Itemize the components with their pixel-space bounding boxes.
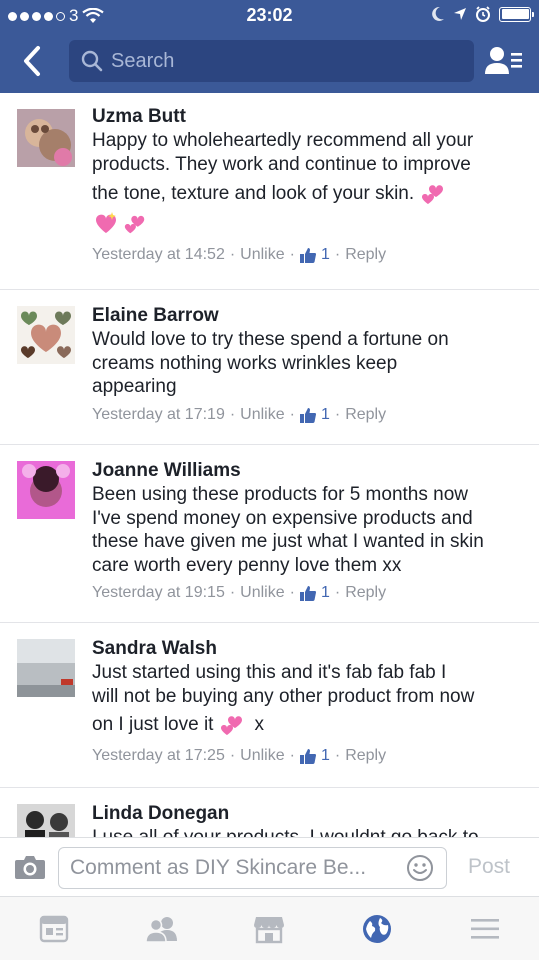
comment-meta: Yesterday at 17:25 · Unlike · 1 · Reply bbox=[92, 746, 387, 766]
status-bar: 3 23:02 bbox=[0, 0, 539, 32]
comment-line: Happy to wholeheartedly recommend all yo… bbox=[92, 130, 474, 151]
unlike-link[interactable]: Unlike bbox=[240, 245, 284, 265]
comment-text: Would love to try these spend a fortune … bbox=[92, 328, 521, 399]
comment-text: I use all of your products. I wouldnt go… bbox=[92, 826, 521, 837]
comment-meta: Yesterday at 19:15 · Unlike · 1 · Reply bbox=[92, 583, 387, 603]
news-feed-icon bbox=[39, 915, 69, 942]
tab-notifications[interactable] bbox=[323, 897, 431, 960]
search-bar[interactable] bbox=[69, 40, 474, 82]
avatar[interactable] bbox=[17, 306, 75, 364]
menu-icon bbox=[471, 918, 500, 939]
like-count-value: 1 bbox=[320, 246, 330, 263]
search-input[interactable] bbox=[111, 49, 451, 73]
comment-item: Uzma Butt Happy to wholeheartedly recomm… bbox=[0, 93, 539, 290]
comment-timestamp[interactable]: Yesterday at 17:19 bbox=[92, 405, 225, 425]
post-button[interactable]: Post bbox=[468, 855, 510, 879]
search-icon bbox=[81, 50, 103, 72]
avatar[interactable] bbox=[17, 804, 75, 837]
like-count-value: 1 bbox=[320, 747, 330, 764]
like-count[interactable]: 1 bbox=[299, 583, 330, 603]
comment-line: will not be buying any other product fro… bbox=[92, 685, 475, 707]
moon-icon bbox=[432, 6, 444, 21]
avatar[interactable] bbox=[17, 461, 75, 519]
back-arrow-icon[interactable] bbox=[18, 44, 48, 78]
comment-item: Elaine Barrow Would love to try these sp… bbox=[0, 290, 539, 445]
comment-input[interactable] bbox=[70, 856, 400, 880]
comment-line: I use all of your products. I wouldnt go… bbox=[92, 826, 521, 837]
alarm-clock-icon bbox=[476, 6, 490, 22]
thumbs-up-icon bbox=[299, 749, 316, 764]
comment-meta: Yesterday at 14:52 · Unlike · 1 · Reply bbox=[92, 245, 387, 265]
like-count-value: 1 bbox=[320, 405, 330, 423]
tab-marketplace[interactable] bbox=[216, 897, 324, 960]
like-count-value: 1 bbox=[320, 584, 330, 601]
friends-icon bbox=[144, 916, 177, 943]
comment-item: Joanne Williams Been using these product… bbox=[0, 445, 539, 623]
comment-meta: Yesterday at 17:19 · Unlike · 1 · Reply bbox=[92, 405, 387, 425]
reply-link[interactable]: Reply bbox=[345, 405, 386, 425]
sparkling-heart-emoji-icon bbox=[96, 212, 116, 233]
tab-news-feed[interactable] bbox=[0, 897, 108, 960]
thumbs-up-icon bbox=[299, 248, 316, 263]
comments-list[interactable]: Uzma Butt Happy to wholeheartedly recomm… bbox=[0, 93, 539, 837]
tab-friends[interactable] bbox=[108, 897, 216, 960]
comment-composer: Post bbox=[0, 837, 539, 896]
avatar[interactable] bbox=[17, 639, 75, 697]
comment-author[interactable]: Linda Donegan bbox=[92, 802, 521, 826]
friend-requests-icon[interactable] bbox=[485, 44, 523, 78]
comment-line: Just started using this and it's fab fab… bbox=[92, 662, 447, 683]
comment-line: on I just love it bbox=[92, 714, 214, 736]
two-hearts-emoji-icon bbox=[221, 716, 243, 735]
comment-line: the tone, texture and look of your skin. bbox=[92, 183, 415, 205]
comment-timestamp[interactable]: Yesterday at 14:52 bbox=[92, 245, 225, 265]
like-count[interactable]: 1 bbox=[299, 746, 330, 766]
comment-timestamp[interactable]: Yesterday at 17:25 bbox=[92, 746, 225, 766]
thumbs-up-icon bbox=[299, 586, 316, 601]
notifications-globe-icon bbox=[363, 914, 392, 943]
comment-author[interactable]: Elaine Barrow bbox=[92, 304, 521, 328]
reply-link[interactable]: Reply bbox=[345, 245, 386, 265]
camera-icon[interactable] bbox=[14, 853, 46, 881]
bottom-tab-bar bbox=[0, 896, 539, 960]
comment-line: these have given me just what I wanted i… bbox=[92, 531, 484, 552]
comment-item: Sandra Walsh Just started using this and… bbox=[0, 623, 539, 788]
two-hearts-emoji-icon bbox=[422, 185, 444, 204]
comment-line: products. They work and continue to impr… bbox=[92, 153, 471, 175]
tab-menu[interactable] bbox=[431, 897, 539, 960]
top-bar: 3 23:02 bbox=[0, 0, 539, 93]
comment-input-box[interactable] bbox=[58, 847, 447, 889]
reply-link[interactable]: Reply bbox=[345, 746, 386, 766]
nav-row bbox=[0, 40, 539, 82]
comment-author[interactable]: Sandra Walsh bbox=[92, 637, 521, 661]
comment-line: I've spend money on expensive products a… bbox=[92, 507, 473, 529]
comment-line: Would love to try these spend a fortune … bbox=[92, 329, 449, 350]
comment-author[interactable]: Uzma Butt bbox=[92, 105, 521, 129]
sticker-smiley-icon[interactable] bbox=[406, 854, 434, 882]
comment-line: creams nothing works wrinkles keep bbox=[92, 352, 398, 374]
like-count[interactable]: 1 bbox=[299, 245, 330, 265]
comment-line: appearing bbox=[92, 376, 177, 397]
comment-text: Just started using this and it's fab fab… bbox=[92, 661, 521, 738]
two-hearts-emoji-icon bbox=[124, 215, 145, 234]
comment-text: Happy to wholeheartedly recommend all yo… bbox=[92, 129, 521, 239]
like-count[interactable]: 1 bbox=[299, 405, 330, 425]
unlike-link[interactable]: Unlike bbox=[240, 583, 284, 603]
comment-line-end: x bbox=[254, 714, 264, 736]
thumbs-up-icon bbox=[299, 407, 316, 423]
comment-text: Been using these products for 5 months n… bbox=[92, 483, 521, 577]
unlike-link[interactable]: Unlike bbox=[240, 746, 284, 766]
comment-item: Linda Donegan I use all of your products… bbox=[0, 788, 539, 837]
status-indicators bbox=[431, 6, 534, 22]
marketplace-icon bbox=[254, 916, 285, 943]
comment-line: Been using these products for 5 months n… bbox=[92, 484, 469, 505]
comment-line: care worth every penny love them xx bbox=[92, 554, 402, 576]
location-arrow-icon bbox=[454, 8, 466, 20]
reply-link[interactable]: Reply bbox=[345, 583, 386, 603]
avatar[interactable] bbox=[17, 109, 75, 167]
battery-icon bbox=[499, 6, 534, 22]
comment-author[interactable]: Joanne Williams bbox=[92, 459, 521, 483]
unlike-link[interactable]: Unlike bbox=[240, 405, 284, 425]
comment-timestamp[interactable]: Yesterday at 19:15 bbox=[92, 583, 225, 603]
